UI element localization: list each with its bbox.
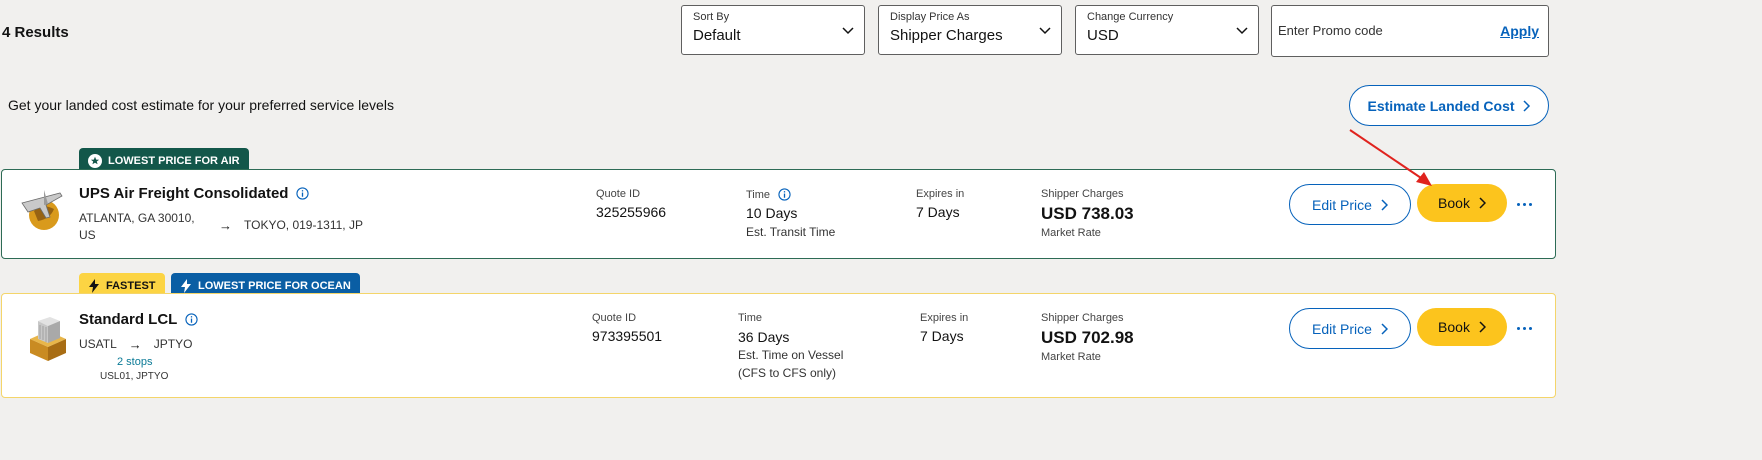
arrow-right-icon: → — [128, 337, 142, 352]
promo-code-input[interactable] — [1278, 20, 1478, 40]
service-name: Standard LCL — [79, 311, 198, 328]
chevron-right-icon — [1522, 99, 1530, 112]
chevron-right-icon — [1381, 322, 1388, 335]
estimate-landed-cost-button[interactable]: Estimate Landed Cost — [1349, 85, 1549, 126]
stops-via: USL01, JPTYO — [100, 371, 169, 382]
route: USATL → JPTYO — [79, 337, 192, 352]
landed-cost-prompt: Get your landed cost estimate for your p… — [8, 97, 394, 113]
service-name-text: UPS Air Freight Consolidated — [79, 185, 289, 202]
price-value: USD 702.98 — [1041, 328, 1134, 347]
lightning-icon — [181, 278, 191, 293]
expires-value: 7 Days — [916, 204, 960, 220]
sort-by-select[interactable]: Sort By Default — [681, 5, 865, 55]
price-value: USD 738.03 — [1041, 204, 1134, 223]
expires-value: 7 Days — [920, 328, 964, 344]
time-value: 36 Days — [738, 329, 790, 345]
more-options-icon[interactable] — [1514, 194, 1534, 214]
book-label: Book — [1438, 195, 1470, 211]
display-price-value: Shipper Charges — [890, 27, 1003, 44]
service-name: UPS Air Freight Consolidated — [79, 185, 310, 202]
quote-id-value: 325255966 — [596, 204, 667, 220]
time-note: Est. Time on Vessel (CFS to CFS only) — [738, 348, 844, 380]
route: ATLANTA, GA 30010, US → TOKYO, 019-1311,… — [79, 210, 363, 244]
display-price-label: Display Price As — [890, 11, 970, 23]
info-icon[interactable] — [296, 187, 310, 200]
lightning-icon — [89, 278, 99, 293]
estimate-landed-cost-label: Estimate Landed Cost — [1367, 97, 1515, 114]
quote-card: Standard LCL USATL → JPTYO 2 stops USL01… — [1, 293, 1556, 398]
expires-label: Expires in — [920, 312, 969, 324]
star-icon — [88, 153, 102, 168]
origin: ATLANTA, GA 30010, US — [79, 211, 195, 242]
badge-label: FASTEST — [106, 279, 156, 292]
more-options-icon[interactable] — [1514, 318, 1534, 338]
time-note: Est. Transit Time — [746, 225, 836, 239]
edit-price-label: Edit Price — [1312, 196, 1372, 213]
book-button[interactable]: Book — [1417, 308, 1507, 346]
currency-label: Change Currency — [1087, 11, 1174, 23]
edit-price-button[interactable]: Edit Price — [1289, 308, 1411, 349]
air-freight-icon — [21, 190, 63, 230]
origin: USATL — [79, 337, 117, 351]
results-count: 4 Results — [2, 24, 69, 41]
sort-by-value: Default — [693, 27, 741, 44]
display-price-select[interactable]: Display Price As Shipper Charges — [878, 5, 1062, 55]
quote-id-label: Quote ID — [596, 188, 641, 200]
service-name-text: Standard LCL — [79, 311, 178, 328]
chevron-down-icon — [1236, 27, 1248, 35]
promo-code-box: Apply — [1271, 5, 1549, 57]
price-note: Market Rate — [1041, 351, 1101, 363]
badge-label: LOWEST PRICE FOR OCEAN — [198, 279, 351, 292]
lcl-cargo-icon — [30, 317, 66, 361]
badge-label: LOWEST PRICE FOR AIR — [108, 154, 240, 167]
expires-label: Expires in — [916, 188, 965, 200]
time-label-text: Time — [746, 188, 771, 201]
sort-by-label: Sort By — [693, 11, 730, 23]
price-note: Market Rate — [1041, 227, 1101, 239]
time-label: Time — [746, 188, 791, 201]
price-label: Shipper Charges — [1041, 312, 1124, 324]
currency-value: USD — [1087, 27, 1119, 44]
time-label: Time — [738, 312, 763, 324]
price-label: Shipper Charges — [1041, 188, 1124, 200]
chevron-down-icon — [1039, 27, 1051, 35]
info-icon[interactable] — [185, 313, 198, 326]
time-value: 10 Days — [746, 205, 798, 221]
info-icon[interactable] — [778, 188, 791, 201]
quote-id-value: 973395501 — [592, 328, 663, 344]
chevron-down-icon — [842, 27, 854, 35]
quote-id-label: Quote ID — [592, 312, 637, 324]
destination: TOKYO, 019-1311, JP — [244, 218, 363, 232]
quote-card: UPS Air Freight Consolidated ATLANTA, GA… — [1, 169, 1556, 259]
stops-count[interactable]: 2 stops — [117, 356, 152, 368]
book-label: Book — [1438, 319, 1470, 335]
apply-promo-link[interactable]: Apply — [1500, 23, 1539, 39]
arrow-right-icon: → — [219, 218, 232, 233]
chevron-right-icon — [1479, 321, 1486, 333]
annotation-arrow-icon — [1349, 129, 1432, 186]
edit-price-label: Edit Price — [1312, 320, 1372, 337]
destination: JPTYO — [153, 337, 193, 351]
chevron-right-icon — [1381, 198, 1388, 211]
currency-select[interactable]: Change Currency USD — [1075, 5, 1259, 55]
chevron-right-icon — [1479, 197, 1486, 209]
